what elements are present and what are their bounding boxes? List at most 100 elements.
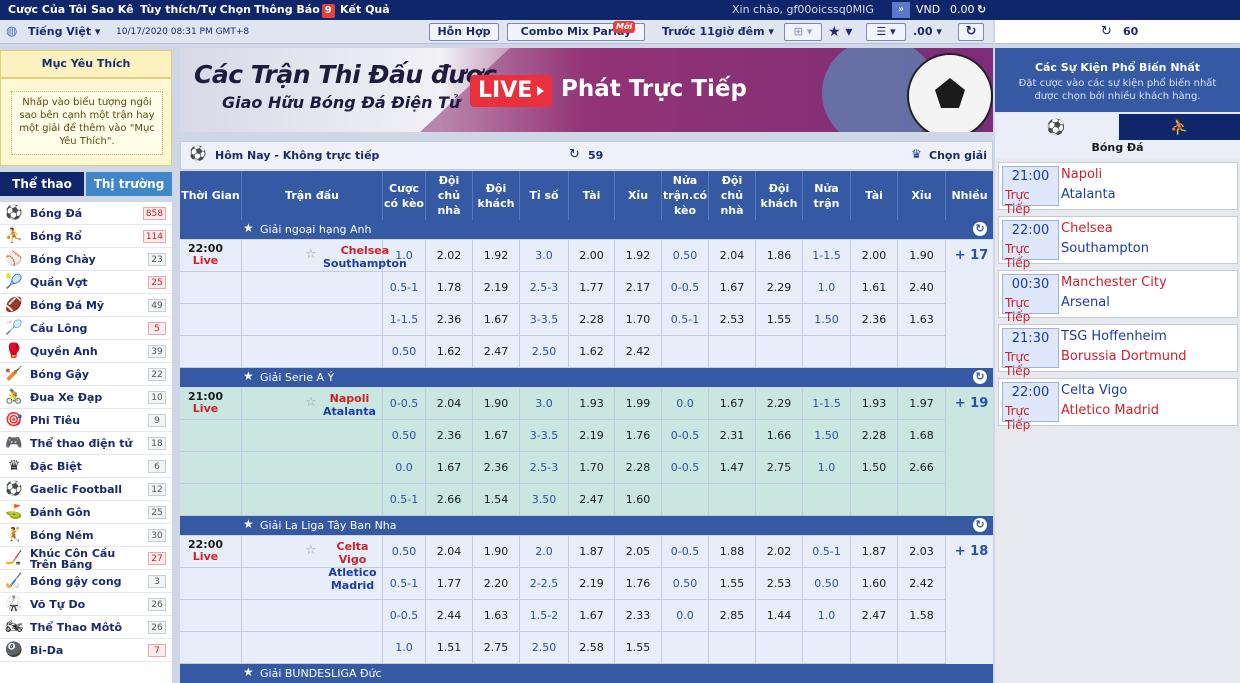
refresh-icon[interactable]: ↻ [973,518,987,532]
handicap-cell[interactable]: 0-0.5 [662,452,709,484]
odds-cell[interactable]: 1.92 [615,240,662,272]
odds-cell[interactable]: 1.58 [898,600,946,632]
handicap-cell[interactable]: 0.5-1 [383,484,426,516]
odds-cell[interactable]: 1.87 [851,536,898,568]
odds-cell[interactable]: 2.36 [426,304,473,336]
refresh-icon[interactable]: ↻ [973,222,987,236]
handicap-cell[interactable]: 1-1.5 [383,304,426,336]
handicap-cell[interactable]: 1-1.5 [803,388,851,420]
home-team[interactable]: Celta Vigo [323,540,382,566]
nav-statement[interactable]: Sao Kê [91,0,134,20]
sport-item[interactable]: 🥊 Quyền Anh 39 [0,340,172,363]
odds-cell[interactable]: 2.20 [473,568,520,600]
away-team[interactable]: Atalanta [323,405,376,418]
tab-sports[interactable]: Thể thao [0,172,84,196]
handicap-cell[interactable]: 0.50 [383,536,426,568]
sport-item[interactable]: 🤾 Bóng Ném 30 [0,524,172,547]
odds-cell[interactable]: 2.33 [615,600,662,632]
view-layout-dropdown[interactable]: ☰ ▾ [866,23,906,41]
odds-cell[interactable]: 2.47 [569,484,615,516]
handicap-cell[interactable]: 0-0.5 [662,536,709,568]
odds-cell[interactable]: 1.90 [473,536,520,568]
odds-cell[interactable]: 2.00 [851,240,898,272]
sport-item[interactable]: ⚽ Bóng Đá 858 [0,202,172,225]
odds-cell[interactable]: 2.66 [898,452,946,484]
odds-cell[interactable]: 2.19 [473,272,520,304]
popular-event-card[interactable]: 21:30 Trực Tiếp TSG Hoffenheim Borussia Dor… [998,324,1238,378]
expand-arrows-icon[interactable]: » [892,2,910,18]
handicap-cell[interactable]: 3.50 [520,484,569,516]
handicap-cell[interactable]: 1-1.5 [803,240,851,272]
odds-cell[interactable]: 1.47 [709,452,756,484]
popular-event-card[interactable]: 00:30 Trực Tiếp Manchester City Arsenal [998,270,1238,324]
handicap-cell[interactable]: 0-0.5 [662,420,709,452]
nav-my-bets[interactable]: Cược Của Tôi [8,0,87,20]
sport-item[interactable]: 🏈 Bóng Đá Mỹ 49 [0,294,172,317]
handicap-cell[interactable]: 0-0.5 [662,272,709,304]
odds-cell[interactable]: 1.55 [615,632,662,664]
odds-cell[interactable]: 1.97 [898,388,946,420]
sport-item[interactable]: 🎾 Quần Vợt 25 [0,271,172,294]
odds-cell[interactable]: 2.53 [756,568,803,600]
odds-cell[interactable]: 2.05 [615,536,662,568]
odds-cell[interactable]: 2.42 [898,568,946,600]
odds-cell[interactable]: 1.67 [709,388,756,420]
odds-cell[interactable]: 1.61 [851,272,898,304]
odds-cell[interactable]: 2.19 [569,420,615,452]
sport-item[interactable]: ⚾ Bóng Chày 23 [0,248,172,271]
odds-cell[interactable]: 1.44 [756,600,803,632]
league-header[interactable]: ★ Giải ngoại hạng Anh ↻ [180,220,993,239]
more-markets-button[interactable]: + 19 [950,388,993,420]
odds-cell[interactable]: 1.86 [756,240,803,272]
nav-results[interactable]: Kết Quả [340,0,390,20]
odds-cell[interactable]: 1.67 [473,420,520,452]
promo-banner[interactable]: Các Trận Thi Đấu được Giao Hữu Bóng Đá Đ… [180,48,993,132]
odds-cell[interactable]: 1.77 [426,568,473,600]
handicap-cell[interactable]: 0.0 [662,388,709,420]
tab-market[interactable]: Thị trường [86,172,172,196]
handicap-cell[interactable]: 3-3.5 [520,304,569,336]
odds-cell[interactable]: 2.03 [898,536,946,568]
odds-cell[interactable]: 2.85 [709,600,756,632]
sport-item[interactable]: 🏸 Cầu Lông 5 [0,317,172,340]
odds-cell[interactable]: 2.17 [615,272,662,304]
handicap-cell[interactable]: 0.50 [662,568,709,600]
odds-cell[interactable]: 2.19 [569,568,615,600]
nav-preferences[interactable]: Tùy thích/Tự Chọn [140,0,251,20]
odds-cell[interactable]: 1.78 [426,272,473,304]
odds-cell[interactable]: 1.67 [426,452,473,484]
handicap-cell[interactable]: 1.0 [383,240,426,272]
handicap-cell[interactable]: 0.50 [803,568,851,600]
odds-cell[interactable]: 2.53 [709,304,756,336]
soccer-tab-icon[interactable]: ⚽ [995,114,1117,140]
nav-notifications[interactable]: Thông Báo 9 [254,0,335,20]
odds-cell[interactable]: 2.31 [709,420,756,452]
handicap-cell[interactable]: 3-3.5 [520,420,569,452]
sport-item[interactable]: ♛ Đặc Biệt 6 [0,455,172,478]
odds-cell[interactable]: 2.00 [569,240,615,272]
odds-cell[interactable]: 1.63 [898,304,946,336]
odds-cell[interactable]: 1.70 [615,304,662,336]
mixed-parlay-button[interactable]: Hỗn Hợp [429,23,499,41]
sport-item[interactable]: 🏒 Khúc Côn Cầu Trên Băng 27 [0,547,172,570]
handicap-cell[interactable]: 1.50 [803,420,851,452]
odds-cell[interactable]: 2.42 [615,336,662,368]
odds-cell[interactable]: 2.29 [756,388,803,420]
handicap-cell[interactable]: 2.5-3 [520,452,569,484]
choose-league-button[interactable]: Chọn giải [929,149,987,162]
odds-cell[interactable]: 1.90 [473,388,520,420]
refresh-icon[interactable]: ↻ [973,370,987,384]
handicap-cell[interactable]: 2.0 [520,536,569,568]
odds-cell[interactable]: 1.87 [569,536,615,568]
sport-item[interactable]: ⛹ Bóng Rổ 114 [0,225,172,248]
handicap-cell[interactable]: 0.50 [662,240,709,272]
odds-cell[interactable]: 2.04 [426,388,473,420]
handicap-cell[interactable]: 0.5-1 [383,272,426,304]
odds-cell[interactable]: 1.93 [569,388,615,420]
odds-cell[interactable]: 2.04 [426,536,473,568]
sport-item[interactable]: 🎯 Phi Tiêu 9 [0,409,172,432]
odds-cell[interactable]: 1.66 [756,420,803,452]
odds-cell[interactable]: 1.67 [473,304,520,336]
odds-cell[interactable]: 2.75 [756,452,803,484]
odds-cell[interactable]: 2.36 [473,452,520,484]
